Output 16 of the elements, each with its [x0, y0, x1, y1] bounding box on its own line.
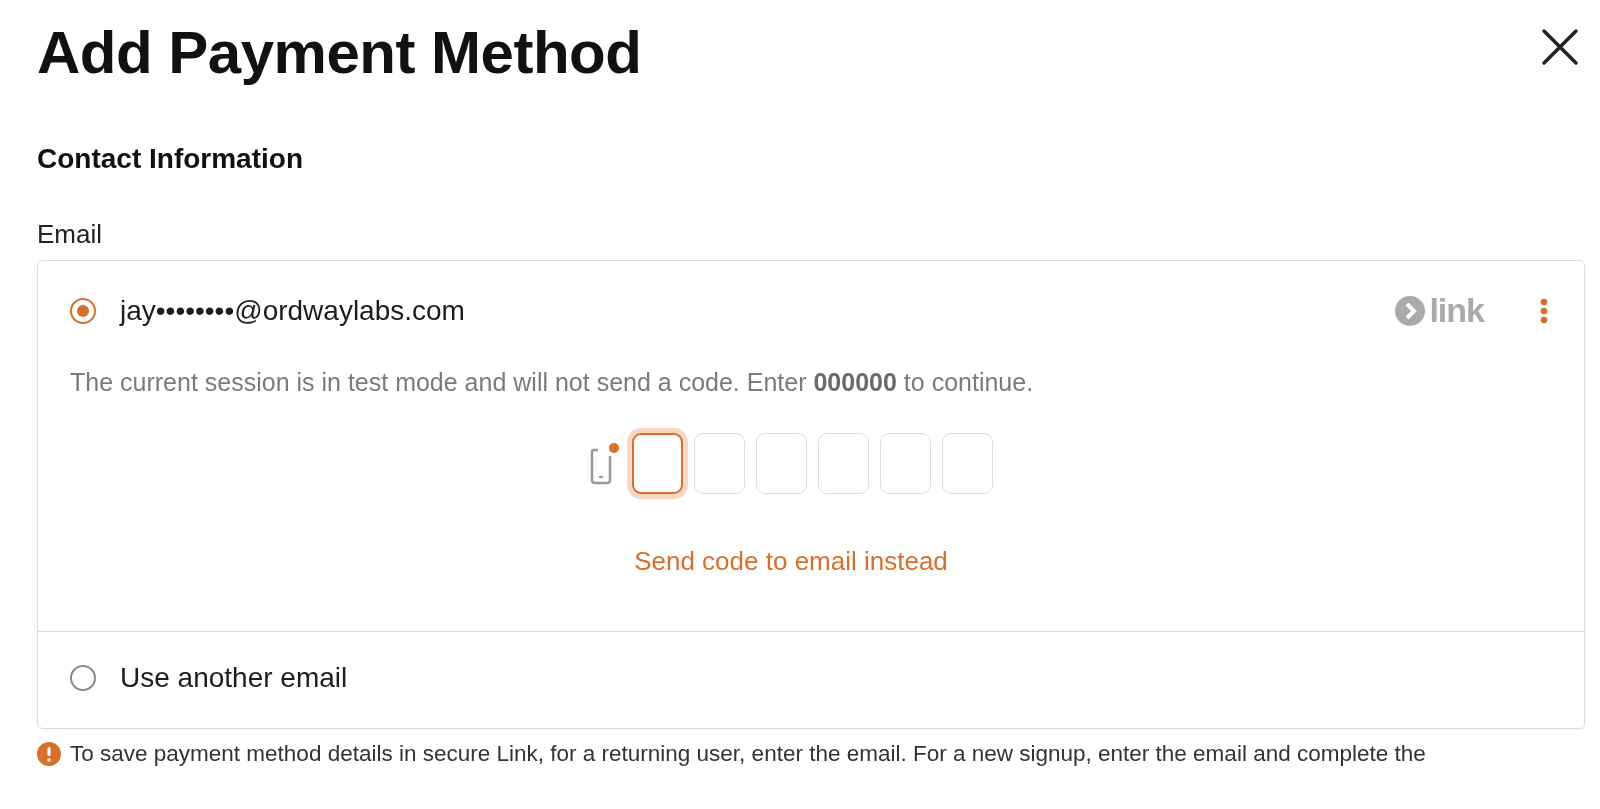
radio-button[interactable] — [70, 297, 96, 324]
email-option-label[interactable]: jay••••••••@ordwaylabs.com — [120, 294, 1372, 327]
field-label: Email — [37, 219, 103, 250]
warning-icon — [37, 742, 61, 766]
email-option-label[interactable]: Use another email — [120, 662, 1552, 694]
dialog-title: Add Payment Method — [37, 18, 642, 87]
radio-button[interactable] — [70, 665, 96, 691]
more-icon — [1540, 297, 1548, 324]
footer-note: To save payment method details in secure Link, for a returning user, enter the email. For a new signup, enter the email and complete the — [70, 741, 1426, 767]
link-logo-text: link — [1429, 291, 1484, 330]
section-title: Contact Information — [37, 143, 304, 175]
chevron-circle-icon — [1395, 295, 1426, 326]
phone-icon — [589, 441, 621, 486]
code-digit-field[interactable] — [632, 433, 683, 494]
close-icon — [1541, 28, 1579, 66]
test-mode-note: The current session is in test mode and will not send a code. Enter 000000 to continue. — [70, 368, 1035, 397]
